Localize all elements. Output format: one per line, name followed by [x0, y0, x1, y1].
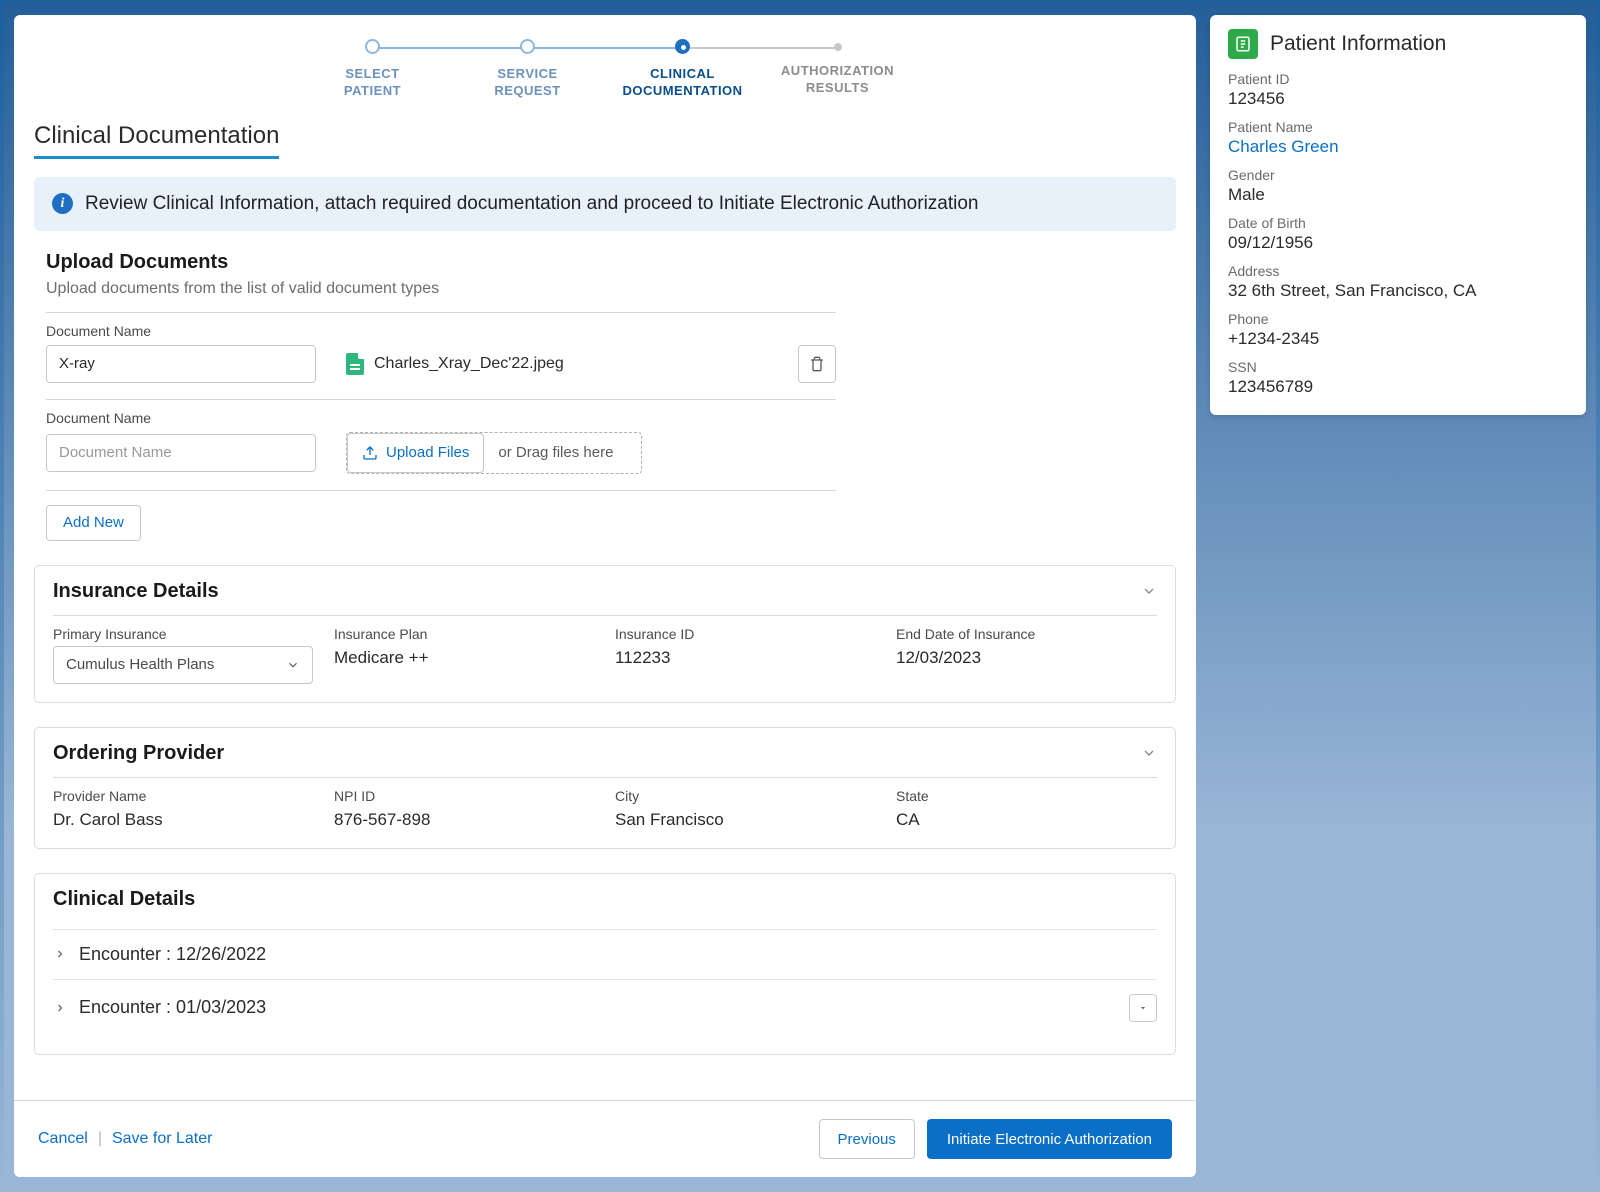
caret-down-icon	[1138, 1003, 1148, 1013]
info-icon: i	[52, 193, 73, 214]
chevron-right-icon	[54, 948, 66, 960]
document-name-input-1[interactable]	[46, 345, 316, 383]
collapse-toggle[interactable]	[1141, 583, 1157, 599]
save-for-later-link[interactable]: Save for Later	[112, 1130, 213, 1148]
chevron-down-icon	[286, 658, 300, 672]
patient-phone-value: +1234-2345	[1228, 329, 1568, 349]
add-new-button[interactable]: Add New	[46, 505, 141, 541]
provider-name-value: Dr. Carol Bass	[53, 810, 314, 830]
provider-name-label: Provider Name	[53, 788, 314, 804]
insurance-plan-label: Insurance Plan	[334, 626, 595, 642]
document-name-input-2[interactable]	[46, 434, 316, 472]
encounter-options-button[interactable]	[1129, 994, 1157, 1022]
patient-information-card: Patient Information Patient ID 123456 Pa…	[1210, 15, 1586, 415]
document-name-label: Document Name	[46, 323, 836, 339]
chevron-right-icon	[54, 1002, 66, 1014]
provider-city-value: San Francisco	[615, 810, 876, 830]
upload-icon	[362, 445, 378, 461]
uploaded-file-name: Charles_Xray_Dec'22.jpeg	[374, 355, 564, 373]
encounter-row-2[interactable]: Encounter : 01/03/2023	[53, 979, 1157, 1036]
document-name-label-2: Document Name	[46, 410, 836, 426]
patient-ssn-label: SSN	[1228, 359, 1568, 375]
patient-id-label: Patient ID	[1228, 71, 1568, 87]
patient-id-value: 123456	[1228, 89, 1568, 109]
step-select-patient[interactable]: SELECT PATIENT	[295, 39, 450, 100]
main-content: SELECT PATIENT SERVICE REQUEST	[14, 15, 1196, 1177]
page-title: Clinical Documentation	[34, 122, 279, 159]
provider-state-value: CA	[896, 810, 1157, 830]
collapse-toggle[interactable]	[1141, 745, 1157, 761]
primary-insurance-label: Primary Insurance	[53, 626, 314, 642]
upload-files-button[interactable]: Upload Files	[347, 433, 484, 473]
trash-icon	[809, 356, 825, 372]
encounter-label-2: Encounter : 01/03/2023	[79, 997, 266, 1018]
cancel-link[interactable]: Cancel	[38, 1130, 88, 1148]
previous-button[interactable]: Previous	[819, 1119, 915, 1159]
insurance-end-value: 12/03/2023	[896, 648, 1157, 668]
patient-dob-label: Date of Birth	[1228, 215, 1568, 231]
patient-info-title: Patient Information	[1270, 32, 1446, 56]
chevron-down-icon	[1141, 583, 1157, 599]
insurance-details-title: Insurance Details	[53, 580, 219, 603]
primary-insurance-select[interactable]: Cumulus Health Plans	[53, 646, 313, 684]
file-icon	[346, 353, 364, 375]
upload-documents-sub: Upload documents from the list of valid …	[46, 280, 1164, 298]
patient-dob-value: 09/12/1956	[1228, 233, 1568, 253]
footer: Cancel | Save for Later Previous Initiat…	[14, 1100, 1196, 1177]
review-banner: i Review Clinical Information, attach re…	[34, 177, 1176, 231]
patient-address-value: 32 6th Street, San Francisco, CA	[1228, 281, 1568, 301]
insurance-id-label: Insurance ID	[615, 626, 876, 642]
ordering-provider-title: Ordering Provider	[53, 742, 224, 765]
patient-name-link[interactable]: Charles Green	[1228, 137, 1568, 157]
insurance-plan-value: Medicare ++	[334, 648, 595, 668]
patient-phone-label: Phone	[1228, 311, 1568, 327]
chevron-down-icon	[1141, 745, 1157, 761]
patient-ssn-value: 123456789	[1228, 377, 1568, 397]
insurance-id-value: 112233	[615, 648, 876, 668]
expand-icon[interactable]	[53, 948, 67, 960]
patient-address-label: Address	[1228, 263, 1568, 279]
insurance-details-card: Insurance Details Primary Insurance Cumu…	[34, 565, 1176, 703]
provider-city-label: City	[615, 788, 876, 804]
encounter-label-1: Encounter : 12/26/2022	[79, 944, 266, 965]
encounter-row-1[interactable]: Encounter : 12/26/2022	[53, 929, 1157, 979]
ordering-provider-card: Ordering Provider Provider Name Dr. Caro…	[34, 727, 1176, 849]
expand-icon[interactable]	[53, 1002, 67, 1014]
upload-dropzone[interactable]: Upload Files or Drag files here	[346, 432, 642, 474]
initiate-authorization-button[interactable]: Initiate Electronic Authorization	[927, 1119, 1172, 1159]
patient-info-icon	[1228, 29, 1258, 59]
patient-name-label: Patient Name	[1228, 119, 1568, 135]
npi-id-value: 876-567-898	[334, 810, 595, 830]
patient-gender-label: Gender	[1228, 167, 1568, 183]
progress-stepper: SELECT PATIENT SERVICE REQUEST	[14, 15, 1196, 110]
delete-file-button[interactable]	[798, 345, 836, 383]
drag-hint: or Drag files here	[484, 444, 627, 461]
provider-state-label: State	[896, 788, 1157, 804]
npi-id-label: NPI ID	[334, 788, 595, 804]
clinical-details-title: Clinical Details	[53, 888, 195, 911]
uploaded-file-chip: Charles_Xray_Dec'22.jpeg	[346, 353, 768, 375]
review-text: Review Clinical Information, attach requ…	[85, 193, 979, 215]
upload-documents-heading: Upload Documents	[46, 251, 1164, 274]
clinical-details-card: Clinical Details Encounter : 12/26/2022 …	[34, 873, 1176, 1055]
insurance-end-label: End Date of Insurance	[896, 626, 1157, 642]
patient-gender-value: Male	[1228, 185, 1568, 205]
